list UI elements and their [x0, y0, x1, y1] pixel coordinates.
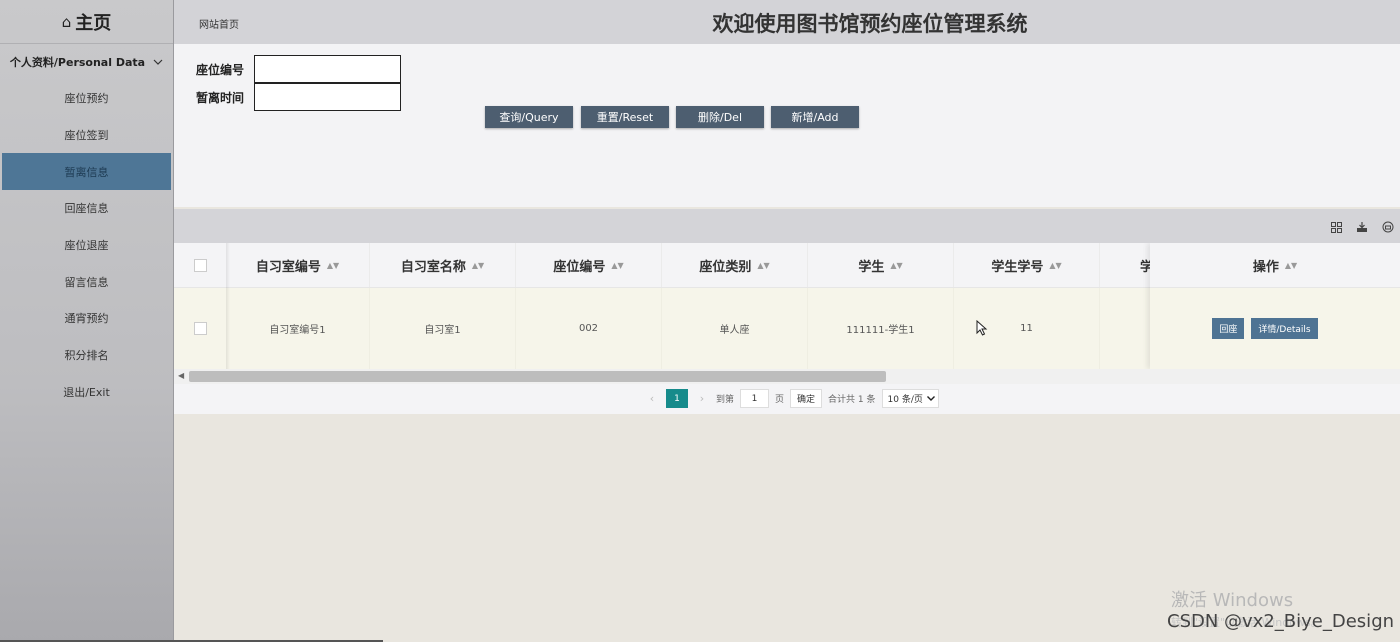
- table-toolbar: [174, 209, 1400, 243]
- sidebar-item-overnight[interactable]: 通宵预约: [0, 300, 173, 337]
- sidebar-group-personal[interactable]: 个人资料/Personal Data: [0, 44, 173, 80]
- sidebar-item-return-seat[interactable]: 回座信息: [0, 190, 173, 227]
- search-panel: 座位编号 暂离时间 查询/Query 重置/Reset 删除/Del 新增/Ad…: [174, 44, 1400, 207]
- csdn-watermark: CSDN @vx2_Biye_Design: [1167, 611, 1395, 632]
- chevron-down-icon: [926, 396, 935, 401]
- horizontal-scrollbar[interactable]: ◀: [174, 369, 1400, 384]
- select-all-checkbox[interactable]: [193, 258, 207, 272]
- data-table: 自习室编号 ▲▼ 自习室名称 ▲▼ 座位编号 ▲▼ 座位类别 ▲▼ 学生 ▲▼ 学生学号 ▲…: [174, 243, 1400, 369]
- page-size-select[interactable]: 10 条/页: [881, 389, 939, 408]
- pagination: ‹ 1 › 到第 1 页 确定 合计共 1 条 10 条/页: [174, 384, 1400, 414]
- goto-page-input[interactable]: 1: [740, 389, 770, 408]
- sort-icon: ▲▼: [471, 260, 485, 270]
- cell-seat-type: 单人座: [662, 288, 808, 369]
- leave-time-label: 暂离时间: [196, 90, 245, 105]
- sidebar-item-exit[interactable]: 退出/Exit: [0, 374, 173, 411]
- column-header-label: 座位类别: [699, 259, 752, 275]
- sidebar-item-temp-leave[interactable]: 暂离信息: [2, 153, 171, 191]
- column-header-student-no[interactable]: 学生学号 ▲▼: [954, 243, 1100, 287]
- sidebar-item-messages[interactable]: 留言信息: [0, 263, 173, 300]
- mouse-cursor-icon: [976, 320, 988, 336]
- sidebar-home-label: 主页: [75, 12, 112, 34]
- leave-time-field: 暂离时间: [196, 83, 401, 111]
- seat-no-input[interactable]: [254, 55, 401, 83]
- delete-button[interactable]: 删除/Del: [676, 106, 764, 128]
- sort-icon: ▲▼: [757, 260, 770, 270]
- details-button[interactable]: 详情/Details: [1251, 318, 1318, 339]
- sort-icon: ▲▼: [1049, 260, 1062, 270]
- cell-student: 111111-学生1: [808, 288, 954, 369]
- fixed-column-shadow: [226, 243, 230, 369]
- column-header-student[interactable]: 学生 ▲▼: [808, 243, 954, 287]
- export-icon[interactable]: [1353, 218, 1371, 236]
- column-header-label: 自习室编号: [255, 259, 321, 275]
- sort-icon: ▲▼: [326, 260, 340, 270]
- cell-room-name: 自习室1: [370, 288, 516, 369]
- scrollbar-thumb[interactable]: [189, 371, 886, 382]
- row-checkbox[interactable]: [193, 322, 207, 335]
- scroll-left-icon[interactable]: ◀: [178, 371, 184, 380]
- column-header-label: 学生学号: [991, 259, 1044, 275]
- sidebar-item-seat-checkin[interactable]: 座位签到: [0, 117, 173, 154]
- sidebar-item-label: 通宵预约: [64, 312, 109, 326]
- sidebar-home[interactable]: ⌂ 主页: [0, 0, 173, 44]
- row-select-cell: [174, 288, 226, 369]
- page-unit-label: 页: [775, 395, 785, 405]
- goto-confirm-button[interactable]: 确定: [790, 389, 823, 408]
- reset-button[interactable]: 重置/Reset: [581, 106, 669, 128]
- operations-column: 操作 ▲▼ 回座 详情/Details: [1150, 243, 1400, 369]
- sidebar-item-label: 暂离信息: [64, 165, 109, 179]
- goto-label: 到第: [716, 395, 735, 405]
- column-header-seat-type[interactable]: 座位类别 ▲▼: [662, 243, 808, 287]
- header: 网站首页 欢迎使用图书馆预约座位管理系统: [174, 0, 1400, 44]
- query-button[interactable]: 查询/Query: [485, 106, 573, 128]
- print-icon[interactable]: [1379, 218, 1397, 236]
- sort-icon: ▲▼: [890, 260, 903, 270]
- return-seat-button[interactable]: 回座: [1212, 318, 1245, 339]
- current-page[interactable]: 1: [666, 389, 688, 408]
- sidebar-item-label: 退出/Exit: [63, 385, 110, 399]
- columns-icon[interactable]: [1327, 218, 1345, 236]
- sort-icon: ▲▼: [611, 260, 624, 270]
- column-header-actions[interactable]: 操作 ▲▼: [1150, 243, 1400, 288]
- sidebar-item-label: 留言信息: [64, 275, 109, 289]
- sidebar-item-label: 积分排名: [64, 349, 109, 363]
- page-title: 欢迎使用图书馆预约座位管理系统: [712, 12, 1028, 36]
- home-icon: ⌂: [61, 12, 72, 31]
- sidebar-item-seat-reserve[interactable]: 座位预约: [0, 80, 173, 117]
- page-size-value: 10 条/页: [887, 395, 923, 405]
- seat-no-label: 座位编号: [196, 62, 245, 77]
- sidebar-item-label: 座位退座: [64, 239, 109, 253]
- leave-time-input[interactable]: [254, 83, 401, 111]
- sidebar-item-ranking[interactable]: 积分排名: [0, 337, 173, 374]
- total-count: 合计共 1 条: [828, 395, 876, 405]
- sidebar-item-seat-release[interactable]: 座位退座: [0, 227, 173, 264]
- add-button[interactable]: 新增/Add: [771, 106, 859, 128]
- next-page-icon[interactable]: ›: [694, 392, 710, 405]
- column-header-room-no[interactable]: 自习室编号 ▲▼: [226, 243, 370, 287]
- column-header-label: 操作: [1252, 259, 1279, 275]
- sort-icon: ▲▼: [1284, 260, 1298, 270]
- column-header-label: 自习室名称: [400, 259, 466, 275]
- watermark-line1: 激活 Windows: [1171, 590, 1294, 611]
- sidebar: ⌂ 主页 个人资料/Personal Data 座位预约 座位签到 暂离信息 回…: [0, 0, 174, 642]
- cell-room-no: 自习室编号1: [226, 288, 370, 369]
- row-actions: 回座 详情/Details: [1150, 288, 1400, 369]
- prev-page-icon[interactable]: ‹: [644, 392, 660, 405]
- column-header-label: 座位编号: [553, 259, 606, 275]
- sidebar-item-label: 座位签到: [64, 129, 109, 143]
- column-header-seat-no[interactable]: 座位编号 ▲▼: [516, 243, 662, 287]
- sidebar-item-label: 座位预约: [64, 92, 109, 106]
- select-all-cell: [174, 243, 226, 287]
- column-header-label: 学生: [858, 259, 885, 275]
- pagination-controls: ‹ 1 › 到第 1 页 确定 合计共 1 条 10 条/页: [644, 389, 939, 408]
- chevron-down-icon: [153, 56, 163, 69]
- sidebar-item-label: 回座信息: [64, 202, 109, 216]
- column-header-room-name[interactable]: 自习室名称 ▲▼: [370, 243, 516, 287]
- cell-seat-no: 002: [516, 288, 662, 369]
- sidebar-group-label: 个人资料/Personal Data: [9, 56, 146, 69]
- seat-no-field: 座位编号: [196, 55, 401, 83]
